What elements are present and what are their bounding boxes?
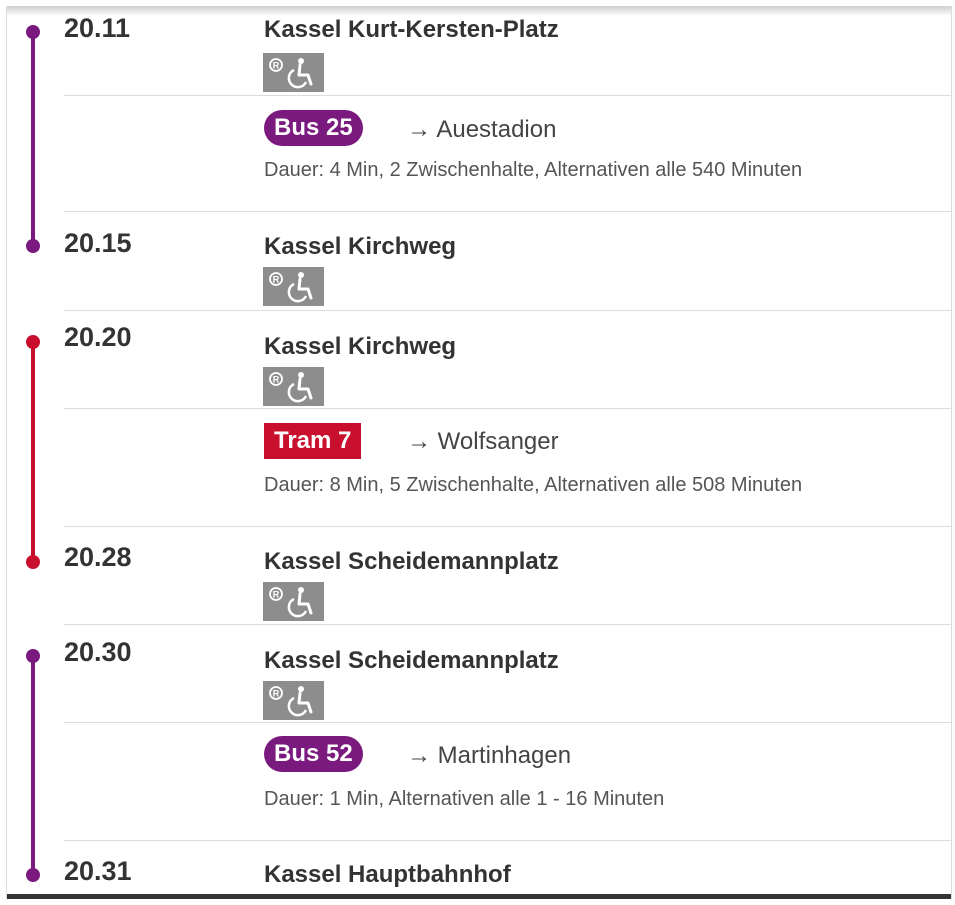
arrival-dot — [26, 868, 40, 882]
line-badge-bus-52[interactable]: Bus 52 — [264, 736, 363, 772]
wheelchair-icon: R — [269, 372, 313, 403]
divider — [64, 526, 951, 527]
svg-text:R: R — [273, 590, 280, 600]
accessibility-icon: R — [263, 267, 324, 306]
divider — [64, 840, 951, 841]
itinerary-panel: 20.11 Kassel Kurt-Kersten-Platz R Bus 25… — [6, 6, 952, 899]
departure-station[interactable]: Kassel Kirchweg — [264, 333, 456, 361]
top-shadow — [7, 6, 951, 16]
arrival-dot — [26, 555, 40, 569]
divider — [64, 408, 951, 409]
divider — [64, 624, 951, 625]
arrival-time: 20.31 — [64, 856, 132, 886]
departure-dot — [26, 25, 40, 39]
departure-station[interactable]: Kassel Scheidemannplatz — [264, 647, 559, 675]
line-badge-tram-7[interactable]: Tram 7 — [264, 423, 362, 459]
duration-info: Dauer: 1 Min, Alternativen alle 1 - 16 M… — [264, 788, 665, 810]
arrival-station[interactable]: Kassel Kirchweg — [264, 233, 456, 261]
wheelchair-icon: R — [269, 686, 313, 717]
direction-label: → Wolfsanger — [407, 428, 559, 455]
direction-label: → Auestadion — [407, 116, 557, 143]
wheelchair-icon: R — [269, 272, 313, 303]
svg-text:R: R — [273, 375, 280, 385]
departure-time: 20.30 — [64, 637, 132, 667]
departure-dot — [26, 335, 40, 349]
line-badge-bus-25[interactable]: Bus 25 — [264, 110, 363, 146]
svg-text:R: R — [273, 61, 280, 71]
accessibility-icon: R — [263, 367, 324, 406]
arrival-time: 20.15 — [64, 228, 132, 258]
wheelchair-icon: R — [269, 587, 313, 618]
svg-text:R: R — [273, 275, 280, 285]
departure-station[interactable]: Kassel Kurt-Kersten-Platz — [264, 16, 559, 44]
arrival-station[interactable]: Kassel Hauptbahnhof — [264, 861, 511, 889]
divider — [64, 211, 951, 212]
duration-info: Dauer: 4 Min, 2 Zwischenhalte, Alternati… — [264, 159, 803, 181]
divider — [64, 95, 951, 96]
arrival-dot — [26, 239, 40, 253]
arrival-time: 20.28 — [64, 542, 132, 572]
leg-line-bus-25 — [31, 32, 35, 246]
duration-info: Dauer: 8 Min, 5 Zwischenhalte, Alternati… — [264, 474, 803, 496]
departure-time: 20.11 — [64, 13, 131, 43]
accessibility-icon: R — [263, 681, 324, 720]
svg-text:R: R — [273, 689, 280, 699]
departure-time: 20.20 — [64, 322, 132, 352]
leg-line-bus-52 — [31, 656, 35, 874]
wheelchair-icon: R — [269, 58, 313, 89]
accessibility-icon: R — [263, 53, 324, 92]
departure-dot — [26, 649, 40, 663]
divider — [64, 310, 951, 311]
direction-label: → Martinhagen — [407, 742, 572, 769]
bottom-edge — [7, 894, 951, 899]
accessibility-icon: R — [263, 582, 324, 621]
leg-line-tram-7 — [31, 342, 35, 562]
divider — [64, 722, 951, 723]
arrival-station[interactable]: Kassel Scheidemannplatz — [264, 548, 559, 576]
